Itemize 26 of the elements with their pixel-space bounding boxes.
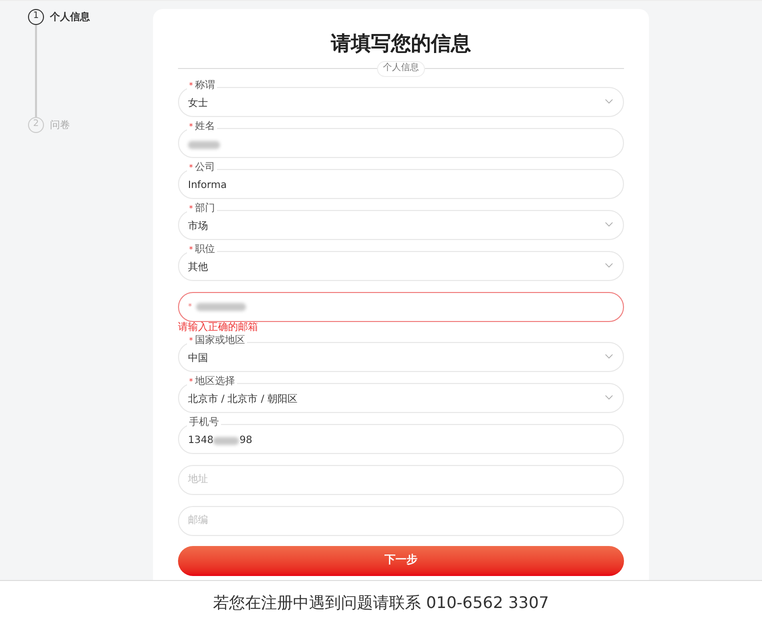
step-label[interactable]: 个人信息 [50,10,90,24]
form-title: 请填写您的信息 [330,30,472,57]
field-value: 中国 [188,352,208,366]
chevron-down-icon [605,354,613,359]
error-message: 请输入正确的邮箱 [178,322,259,332]
field-label: 姓名 [195,120,215,132]
required-mark: * [189,120,193,132]
field-value: 其他 [188,260,208,275]
input-field[interactable]: 邮编 [178,506,624,536]
chevron-down-icon [605,395,613,400]
required-mark: * [188,300,192,312]
field-value: 市场 [188,220,208,234]
next-button[interactable]: 下一步 [178,546,624,576]
field-label: 手机号 [189,416,219,428]
footer-contact: 若您在注册中遇到问题请联系 010-6562 3307 [213,592,549,614]
field-value: 北京市 / 北京市 / 朝阳区 [188,392,298,407]
step-number[interactable]: 1 [28,9,44,25]
section-label: 个人信息 [377,61,425,76]
chevron-down-icon [605,222,613,227]
field-value: 1348 [188,434,214,448]
chevron-down-icon [605,99,613,104]
field-value: 98 [239,434,252,448]
field-value: 女士 [188,96,208,111]
input-field[interactable]: 地址 [178,464,624,494]
chevron-down-icon [605,263,613,268]
field-value: Informa [188,179,227,193]
